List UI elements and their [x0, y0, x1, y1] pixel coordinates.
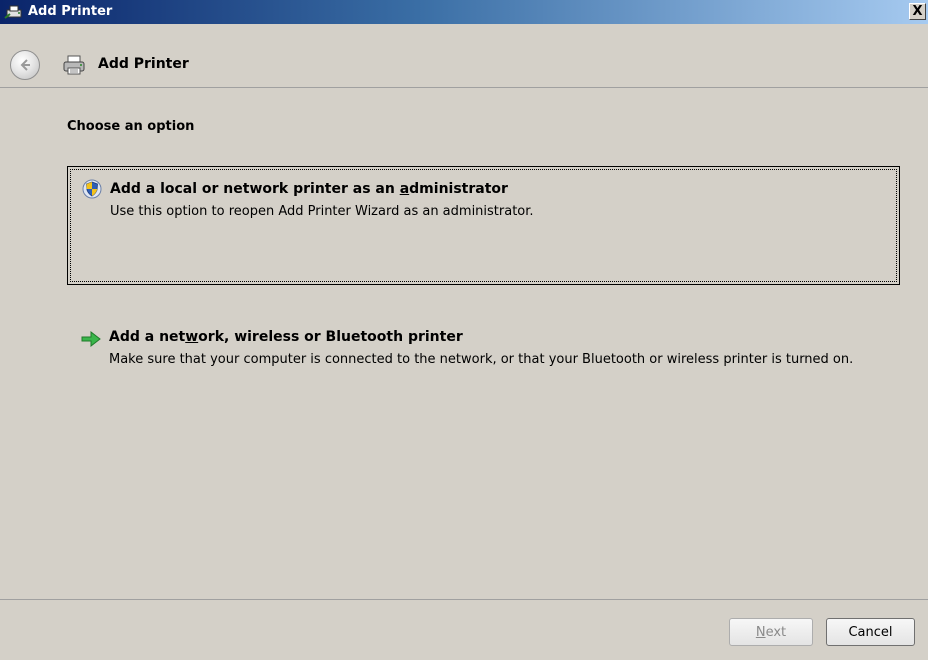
- option-description: Make sure that your computer is connecte…: [109, 352, 854, 367]
- printer-icon: [62, 54, 86, 76]
- window-title: Add Printer: [28, 4, 113, 19]
- cancel-button[interactable]: Cancel: [826, 618, 915, 646]
- close-button[interactable]: X: [909, 3, 926, 20]
- button-bar: Next Cancel: [0, 599, 928, 660]
- page-heading: Choose an option: [67, 119, 195, 134]
- navigation-bar: Add Printer: [0, 24, 928, 88]
- main-content: Choose an option Add a local or network …: [0, 89, 928, 599]
- title-bar: Add Printer X: [0, 0, 928, 24]
- option-description: Use this option to reopen Add Printer Wi…: [110, 204, 534, 219]
- next-button[interactable]: Next: [729, 618, 813, 646]
- option-network-wireless-bluetooth[interactable]: Add a network, wireless or Bluetooth pri…: [67, 321, 900, 401]
- uac-shield-icon: [82, 179, 102, 199]
- green-arrow-icon: [80, 330, 102, 348]
- back-arrow-icon: [20, 59, 30, 71]
- focus-rect: Add a local or network printer as an adm…: [70, 169, 897, 282]
- printer-app-icon: [4, 4, 24, 20]
- back-button[interactable]: [10, 50, 40, 80]
- option-title: Add a local or network printer as an adm…: [110, 181, 508, 197]
- add-printer-window: Add Printer X Add Printer Choose an opti…: [0, 0, 928, 660]
- option-add-as-administrator[interactable]: Add a local or network printer as an adm…: [67, 166, 900, 285]
- option-title: Add a network, wireless or Bluetooth pri…: [109, 329, 463, 345]
- nav-title: Add Printer: [98, 56, 189, 72]
